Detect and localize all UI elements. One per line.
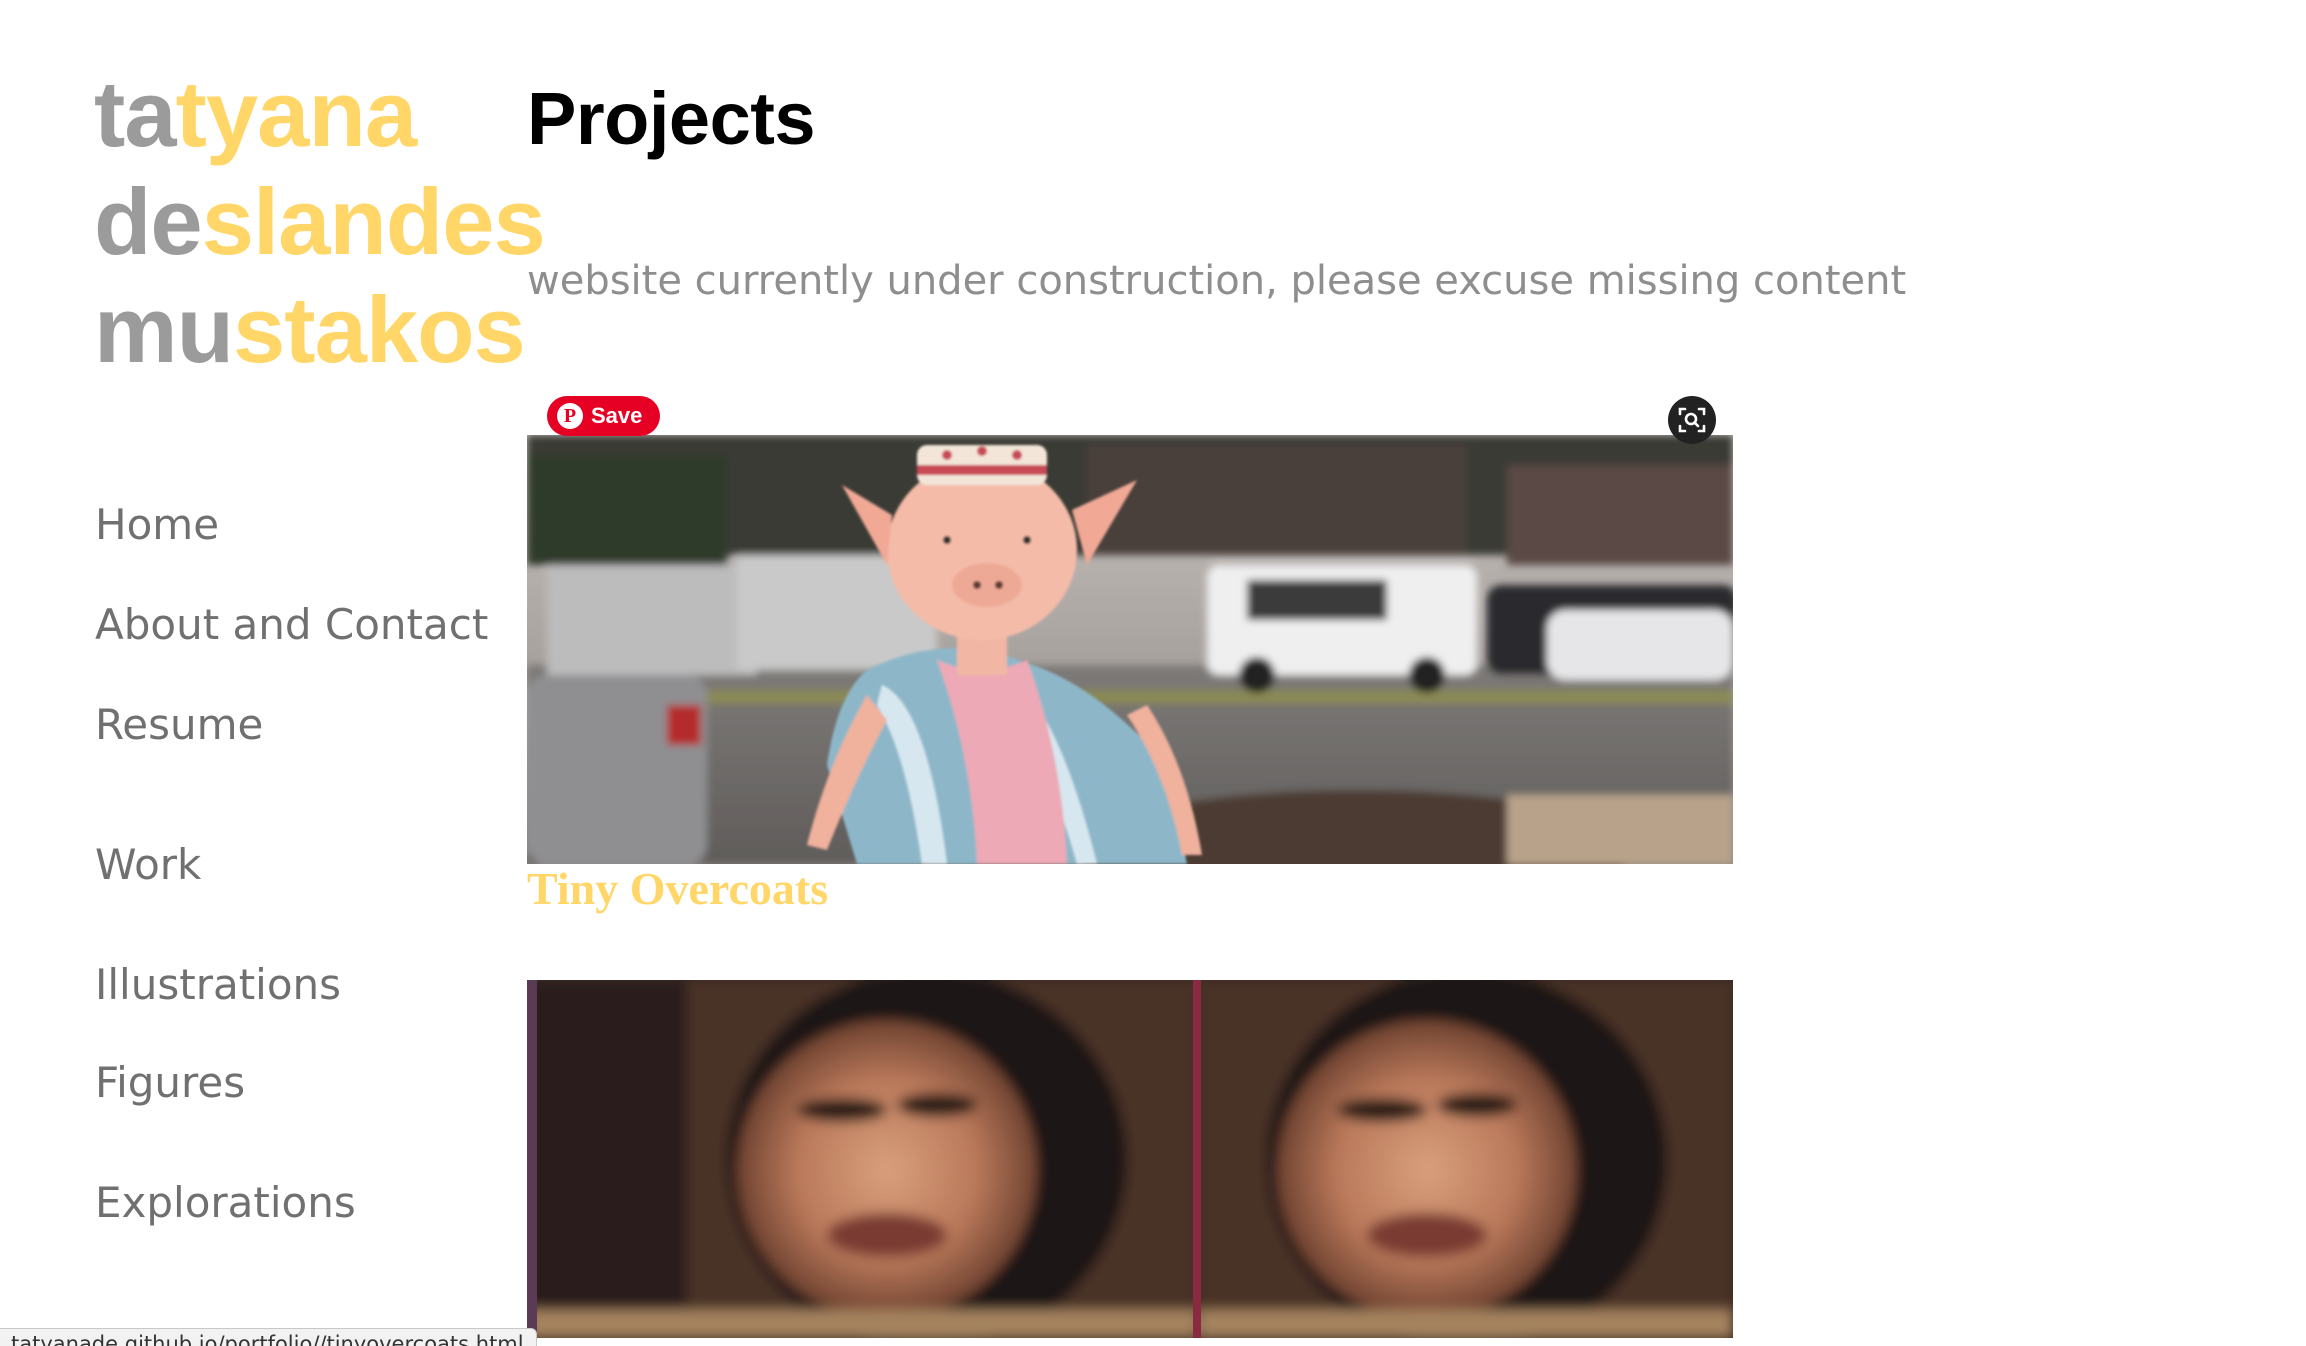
visual-search-button[interactable]	[1668, 396, 1716, 444]
page: tatyana deslandes mustakos Home About an…	[0, 0, 2306, 1346]
nav-item-resume[interactable]: Resume	[95, 700, 263, 749]
nav-item-home[interactable]: Home	[95, 500, 219, 549]
project-image-portrait[interactable]	[527, 980, 1733, 1338]
pinterest-save-button[interactable]: P Save	[547, 396, 661, 436]
page-title: Projects	[527, 77, 816, 160]
status-bar-url: tatyanade.github.io/portfolio//tinyoverc…	[0, 1328, 537, 1346]
logo-line-last-name: mustakos	[94, 277, 526, 382]
project-image-tiny-overcoats[interactable]	[527, 435, 1733, 864]
logo-line-middle-name: deslandes	[94, 169, 546, 274]
distorted-portrait-photo	[527, 980, 1733, 1338]
project-title-tiny-overcoats[interactable]: Tiny Overcoats	[527, 862, 828, 915]
nav-item-explorations[interactable]: Explorations	[95, 1178, 356, 1227]
nav-item-about-contact[interactable]: About and Contact	[95, 600, 488, 649]
logo-line-first-name: tatyana	[94, 61, 417, 166]
nav-item-figures[interactable]: Figures	[95, 1058, 245, 1107]
pinterest-icon: P	[557, 403, 583, 429]
pinterest-save-label: Save	[591, 403, 643, 428]
construction-notice: website currently under construction, pl…	[527, 258, 1907, 304]
site-logo[interactable]: tatyana deslandes mustakos	[94, 60, 546, 384]
nav-item-illustrations[interactable]: Illustrations	[95, 960, 341, 1009]
visual-search-icon	[1678, 407, 1706, 433]
nav-item-work[interactable]: Work	[95, 840, 201, 889]
pig-doll-photo	[527, 435, 1733, 864]
